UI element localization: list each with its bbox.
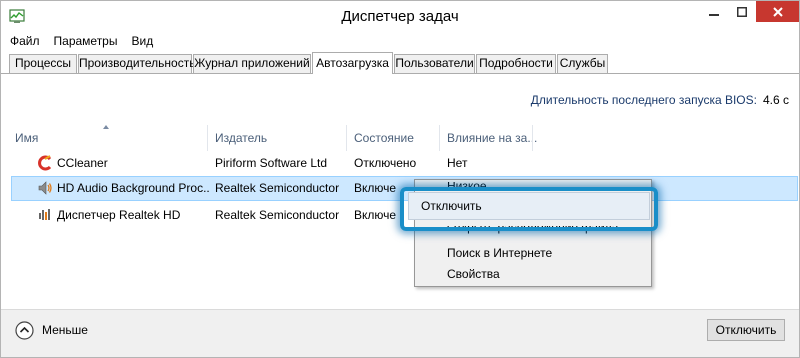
window-title: Диспетчер задач [341, 8, 459, 25]
menu-options[interactable]: Параметры [47, 32, 125, 50]
row-name: HD Audio Background Proc... [57, 181, 209, 195]
row-publisher: Piriform Software Ltd [215, 156, 328, 170]
context-menu-item-disable-label: Отключить [421, 199, 482, 213]
audio-manager-icon [39, 209, 50, 220]
tab-startup[interactable]: Автозагрузка [312, 52, 393, 74]
bios-label: Длительность последнего запуска BIOS: [530, 93, 757, 107]
table-row[interactable]: CCleaner Piriform Software Ltd Отключено… [11, 151, 798, 175]
column-divider[interactable] [207, 125, 208, 151]
collapse-up-icon[interactable] [15, 321, 34, 340]
tab-processes[interactable]: Процессы [9, 54, 77, 73]
task-manager-window: Диспетчер задач Файл Параметры Вид Проце… [0, 0, 800, 358]
sort-ascending-icon [103, 125, 109, 129]
tab-app-history[interactable]: Журнал приложений [193, 54, 311, 73]
menu-view[interactable]: Вид [124, 32, 160, 50]
row-state: Отключено [354, 156, 417, 170]
minimize-icon [709, 13, 719, 16]
tab-performance[interactable]: Производительность [78, 54, 195, 73]
speaker-icon [38, 181, 52, 195]
title-bar[interactable]: Диспетчер задач [1, 1, 799, 31]
tab-users[interactable]: Пользователи [394, 54, 475, 73]
maximize-button[interactable] [729, 1, 755, 22]
maximize-icon [737, 6, 747, 17]
menu-file[interactable]: Файл [1, 32, 47, 50]
bios-value: 4.6 с [762, 93, 789, 107]
column-headers: Имя Издатель Состояние Влияние на за... [1, 121, 799, 153]
bios-last-time: Длительность последнего запуска BIOS: 4.6… [531, 93, 789, 107]
minimize-button[interactable] [701, 1, 727, 22]
row-publisher: Realtek Semiconductor [215, 208, 340, 222]
column-divider[interactable] [532, 125, 533, 151]
column-divider[interactable] [439, 125, 440, 151]
footer-bar: Меньше Отключить [1, 309, 799, 357]
tab-details[interactable]: Подробности [476, 54, 556, 73]
column-divider[interactable] [346, 125, 347, 151]
row-name: Диспетчер Realtek HD [57, 208, 181, 222]
tab-strip: Процессы Производительность Журнал прило… [1, 52, 799, 74]
fewer-details-link[interactable]: Меньше [42, 323, 88, 337]
menu-bar: Файл Параметры Вид [1, 32, 160, 50]
row-impact: Нет [447, 156, 468, 170]
close-icon [772, 6, 783, 17]
disable-button[interactable]: Отключить [707, 319, 785, 341]
column-publisher[interactable]: Издатель [215, 131, 267, 145]
row-state: Включе [354, 208, 397, 222]
column-state[interactable]: Состояние [354, 131, 414, 145]
column-name[interactable]: Имя [15, 131, 38, 145]
tab-services[interactable]: Службы [557, 54, 608, 73]
column-impact[interactable]: Влияние на за... [447, 131, 537, 145]
context-menu-item-search-online[interactable]: Поиск в Интернете [447, 246, 552, 260]
row-publisher: Realtek Semiconductor [215, 181, 340, 195]
row-name: CCleaner [57, 156, 108, 170]
context-menu-item-properties[interactable]: Свойства [447, 267, 500, 281]
ccleaner-icon [38, 155, 52, 171]
close-button[interactable] [756, 1, 799, 22]
row-state: Включе [354, 181, 397, 195]
